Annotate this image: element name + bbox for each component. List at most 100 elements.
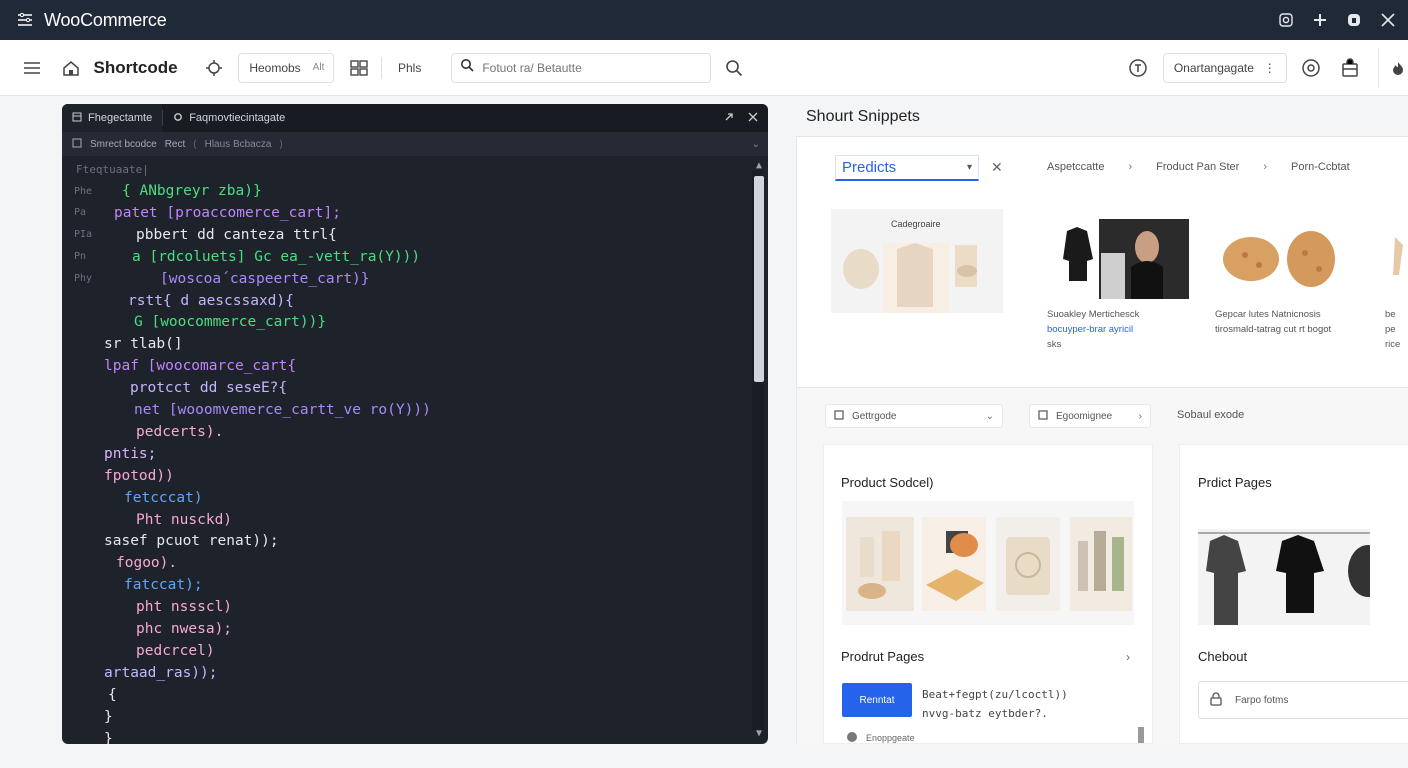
chevron-icon[interactable]: ⌄ (752, 139, 760, 150)
subbar-item[interactable]: Rect (165, 139, 186, 150)
card-footer: Enoppgeate (846, 731, 915, 745)
flame-icon[interactable] (1387, 57, 1408, 79)
plus-icon[interactable] (1310, 10, 1330, 30)
line-number: Phy (74, 273, 93, 285)
snippets-title: Shourt Snippets (806, 108, 920, 125)
gear-icon (173, 112, 183, 125)
code-text: pht nssscl) (136, 599, 233, 616)
card-title: Product Sodcel) (841, 475, 934, 490)
product-select[interactable]: Predicts ▾ (835, 155, 979, 181)
dropdown-label: Egoomignee (1056, 410, 1113, 422)
snippets-card: Predicts ▾ ✕ Aspetccatte › Froduct Pan S… (796, 136, 1408, 388)
camera-icon[interactable] (1276, 10, 1296, 30)
window-icon (72, 112, 82, 125)
category-dropdown[interactable]: Gettrgode ⌄ (825, 404, 1003, 428)
form-row[interactable]: Farpo fotms (1198, 681, 1408, 719)
lock-icon[interactable] (1344, 10, 1364, 30)
code-text: sr tlab(] (104, 336, 183, 353)
chevron-right-icon[interactable]: › (1126, 650, 1130, 664)
breadcrumb-item[interactable]: Porn-Ccbtat (1291, 161, 1350, 173)
scrollbar-thumb[interactable] (754, 176, 764, 382)
bag-icon[interactable] (1339, 57, 1360, 79)
code-text: pntis; (104, 445, 157, 462)
pill-kbd: Alt (312, 62, 325, 73)
code-text: patet [proaccomerce_cart]; (114, 204, 341, 221)
product-card: Prdict Pages Chebout Farpo fotms (1179, 444, 1408, 744)
help-circle-icon[interactable] (1128, 57, 1149, 79)
editor-tab-label: Faqmovtiecintagate (189, 112, 286, 124)
code-text: [woscoa´caspeerte_cart)} (160, 270, 370, 287)
breadcrumb-item[interactable]: Froduct Pan Ster (1156, 161, 1239, 173)
editor-body[interactable]: Fteqtuaate| ▲ ▼ Phe{ ANbgreyr zba)} Pa pat… (62, 156, 768, 744)
code-text: sasef pcuot renat)); (104, 533, 279, 550)
user-icon (846, 731, 858, 745)
card-title: Prdict Pages (1198, 475, 1272, 490)
product-gallery (842, 501, 1134, 625)
scroll-down-icon[interactable]: ▼ (756, 728, 762, 739)
search-button-icon[interactable] (723, 57, 744, 79)
close-icon[interactable] (1378, 10, 1398, 30)
mini-scroll-thumb[interactable] (1138, 727, 1144, 743)
thumbnail-caption: Gepcar lutes Natnicnosis tirosmald-tatra… (1215, 309, 1332, 335)
code-text: G [woocommerce_cart))} (134, 314, 327, 331)
code-text: artaad_ras)); (104, 664, 218, 681)
editor-subbar: Smrect bcodce Rect ( Hlaus Bcbacza ) ⌄ (62, 132, 768, 156)
editor-tab-1[interactable]: Fhegectamte (62, 104, 163, 132)
close-icon[interactable]: ✕ (991, 159, 1003, 176)
image-icon (1038, 409, 1048, 423)
primary-button[interactable]: Renntat (842, 683, 912, 717)
gallery-image (846, 517, 1132, 611)
chevron-down-icon: ▾ (966, 162, 972, 173)
editor-tab-2[interactable]: Faqmovtiecintagate (163, 104, 295, 132)
hamburger-icon[interactable] (22, 57, 43, 79)
editor-close-icon[interactable] (748, 112, 758, 125)
code-text: phc nwesa); (136, 621, 233, 637)
product-thumbnail[interactable]: Cadegroaire (831, 209, 1003, 313)
form-row-label: Farpo fotms (1235, 694, 1289, 706)
home-icon[interactable] (61, 57, 82, 79)
pin-icon[interactable] (724, 112, 734, 125)
product-card: Product Sodcel) Prodrut Pages › Renntat … (823, 444, 1153, 744)
dropdown-label: Gettrgode (852, 410, 897, 422)
lock-icon (1209, 691, 1223, 709)
breadcrumb-item[interactable]: Aspetccatte (1047, 161, 1104, 173)
code-text: } (104, 730, 113, 745)
code-text: pedcrcel) (136, 642, 215, 659)
subbar-item[interactable]: Hlaus Bcbacza (205, 139, 272, 150)
product-thumbnail[interactable] (1385, 219, 1408, 299)
pill-label: Heomobs (249, 60, 301, 75)
product-thumbnail[interactable] (1047, 219, 1189, 299)
code-text: { (108, 686, 117, 703)
code-text: Pht nusckd) (136, 511, 233, 528)
subbar-item[interactable]: Smrect bcodce (90, 139, 157, 150)
chevron-right-icon: › (1263, 161, 1267, 173)
code-comment-text: Fteqtuaate| (76, 162, 149, 176)
image-icon (834, 409, 844, 423)
page-title: Shortcode (93, 57, 178, 77)
code-editor: Fhegectamte Faqmovtiecintagate Smrect bc… (62, 104, 768, 744)
toolbar-link[interactable]: Phls (398, 61, 421, 75)
grid-icon[interactable] (348, 57, 369, 79)
account-dropdown[interactable]: Onartangagate ⋮ (1162, 52, 1287, 83)
menu-lines-icon[interactable] (16, 11, 34, 29)
dropdown-label: Onartangagate (1173, 60, 1254, 75)
code-text: fogoo). (116, 555, 178, 572)
scrollbar[interactable] (752, 170, 764, 730)
filter-dropdown[interactable]: Egoomignee › (1029, 404, 1151, 428)
code-text: fpotod)) (104, 467, 174, 484)
code-text: net [wooomvemerce_cartt_ve ro(Y))) (134, 402, 431, 418)
search-icon (460, 58, 474, 77)
product-image (1063, 219, 1189, 299)
breadcrumb: Aspetccatte › Froduct Pan Ster › Porn-Cc… (1047, 161, 1350, 173)
code-text: pedcerts). (136, 423, 224, 440)
product-thumbnail[interactable] (1215, 219, 1357, 299)
code-text: protcct dd seseE?{ (130, 380, 288, 397)
search-box[interactable] (451, 52, 712, 83)
puzzle-icon[interactable] (204, 57, 225, 79)
code-text: pbbert dd canteza ttrl{ (136, 226, 337, 243)
toolbar-pill[interactable]: Heomobs Alt (238, 52, 335, 83)
settings-icon[interactable] (1301, 57, 1322, 79)
search-input[interactable] (482, 60, 703, 75)
more-icon: ⋮ (1263, 60, 1276, 75)
subbar-paren: ( (193, 138, 197, 150)
